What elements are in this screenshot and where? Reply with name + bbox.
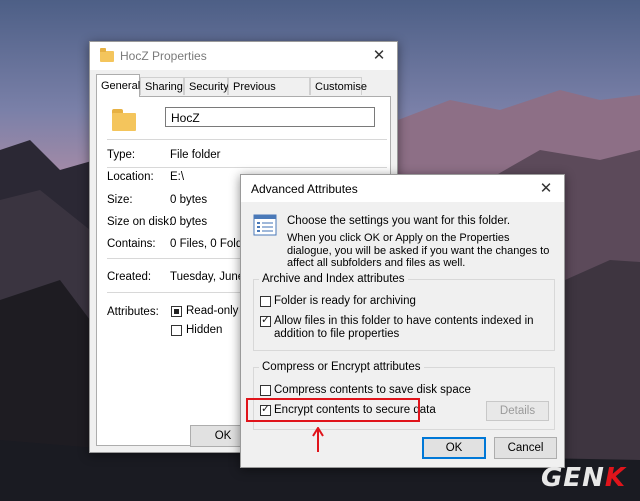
- compress-group-title: Compress or Encrypt attributes: [259, 361, 424, 373]
- divider: [107, 167, 387, 168]
- tab-general[interactable]: General: [96, 74, 140, 97]
- folder-name-input[interactable]: HocZ: [165, 107, 375, 127]
- size-on-disk-value: 0 bytes: [170, 216, 208, 228]
- folder-icon: [100, 47, 114, 62]
- index-option-label: Allow files in this folder to have conte…: [274, 315, 534, 340]
- archive-group-title: Archive and Index attributes: [259, 273, 408, 285]
- close-icon[interactable]: ✕: [533, 178, 559, 200]
- type-value: File folder: [170, 149, 221, 161]
- properties-title: HocZ Properties: [120, 49, 207, 63]
- size-value: 0 bytes: [170, 194, 208, 206]
- advanced-title: Advanced Attributes: [251, 181, 358, 196]
- advanced-ok-button[interactable]: OK: [422, 437, 486, 459]
- archive-checkbox[interactable]: [260, 296, 271, 307]
- location-value: E:\: [170, 171, 185, 183]
- arrow-up-icon: [312, 427, 324, 452]
- highlight-box: [246, 398, 420, 422]
- tab-sharing[interactable]: Sharing: [140, 77, 184, 95]
- size-on-disk-label: Size on disk:: [107, 216, 173, 228]
- attributes-label: Attributes:: [107, 306, 159, 318]
- advanced-cancel-button[interactable]: Cancel: [494, 437, 557, 459]
- tab-previous-versions[interactable]: Previous Versions: [228, 77, 310, 111]
- created-label: Created:: [107, 271, 152, 283]
- intro-description: When you click OK or Apply on the Proper…: [287, 232, 550, 269]
- hidden-checkbox[interactable]: [171, 325, 182, 336]
- archive-option-label: Folder is ready for archiving: [274, 295, 416, 307]
- advanced-attributes-dialog: Advanced Attributes ✕ Choose the setting…: [240, 174, 565, 468]
- contains-label: Contains:: [107, 238, 156, 250]
- folder-icon-large: [112, 109, 136, 131]
- tab-security[interactable]: Security: [184, 77, 229, 95]
- compress-option-label: Compress contents to save disk space: [274, 384, 471, 396]
- tab-customise[interactable]: Customise: [310, 77, 367, 95]
- size-label: Size:: [107, 194, 133, 206]
- type-label: Type:: [107, 149, 136, 161]
- genk-watermark-logo: GENK: [540, 463, 626, 493]
- readonly-checkbox[interactable]: [171, 306, 182, 317]
- intro-heading: Choose the settings you want for this fo…: [287, 215, 511, 227]
- tab-strip: General Sharing Security Previous Versio…: [96, 74, 391, 111]
- settings-list-icon: [253, 214, 277, 236]
- properties-titlebar[interactable]: HocZ Properties: [90, 42, 397, 70]
- location-label: Location:: [107, 171, 154, 183]
- compress-checkbox[interactable]: [260, 385, 271, 396]
- divider: [107, 139, 387, 140]
- close-icon[interactable]: ✕: [366, 45, 392, 67]
- details-button[interactable]: Details: [486, 401, 549, 421]
- hidden-label: Hidden: [186, 324, 223, 336]
- index-checkbox[interactable]: [260, 314, 271, 327]
- advanced-titlebar[interactable]: Advanced Attributes: [241, 175, 564, 202]
